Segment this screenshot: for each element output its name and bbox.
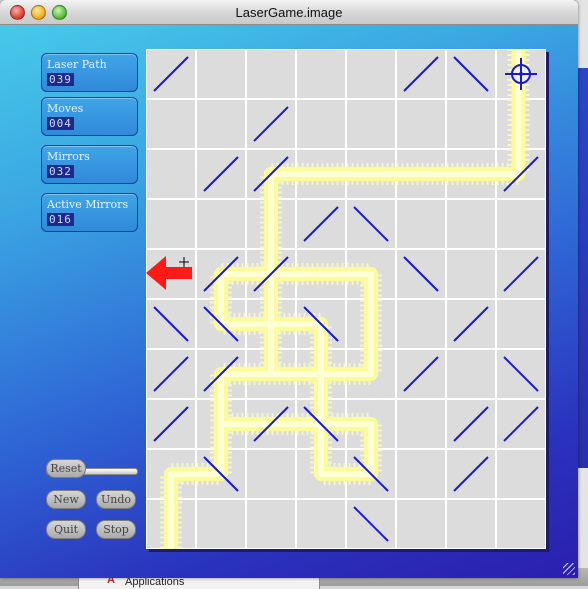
window-title: LaserGame.image — [235, 5, 343, 20]
counter-value: 016 — [47, 213, 74, 226]
game-board[interactable] — [146, 49, 546, 549]
laser-path-counter: Laser Path 039 — [41, 53, 138, 92]
red-arrow-icon — [146, 256, 192, 290]
laser-source-arrow — [146, 256, 192, 290]
moves-counter: Moves 004 — [41, 97, 138, 136]
title-bar[interactable]: LaserGame.image — [0, 0, 578, 25]
target-center — [519, 72, 523, 76]
counter-label: Mirrors — [47, 150, 90, 163]
resize-grip[interactable] — [563, 563, 575, 575]
counter-value: 032 — [47, 165, 74, 178]
quit-button[interactable]: Quit — [46, 520, 86, 539]
active-mirrors-counter: Active Mirrors 016 — [41, 193, 138, 232]
reset-button[interactable]: Reset — [46, 459, 86, 478]
new-button[interactable]: New — [46, 490, 86, 509]
mirrors-counter: Mirrors 032 — [41, 145, 138, 184]
undo-button[interactable]: Undo — [96, 490, 136, 509]
stop-button[interactable]: Stop — [96, 520, 136, 539]
board-canvas[interactable] — [146, 49, 546, 549]
counter-value: 004 — [47, 117, 74, 130]
counter-label: Active Mirrors — [47, 198, 129, 211]
counter-label: Laser Path — [47, 58, 107, 71]
counter-value: 039 — [47, 73, 74, 86]
counter-label: Moves — [47, 102, 84, 115]
